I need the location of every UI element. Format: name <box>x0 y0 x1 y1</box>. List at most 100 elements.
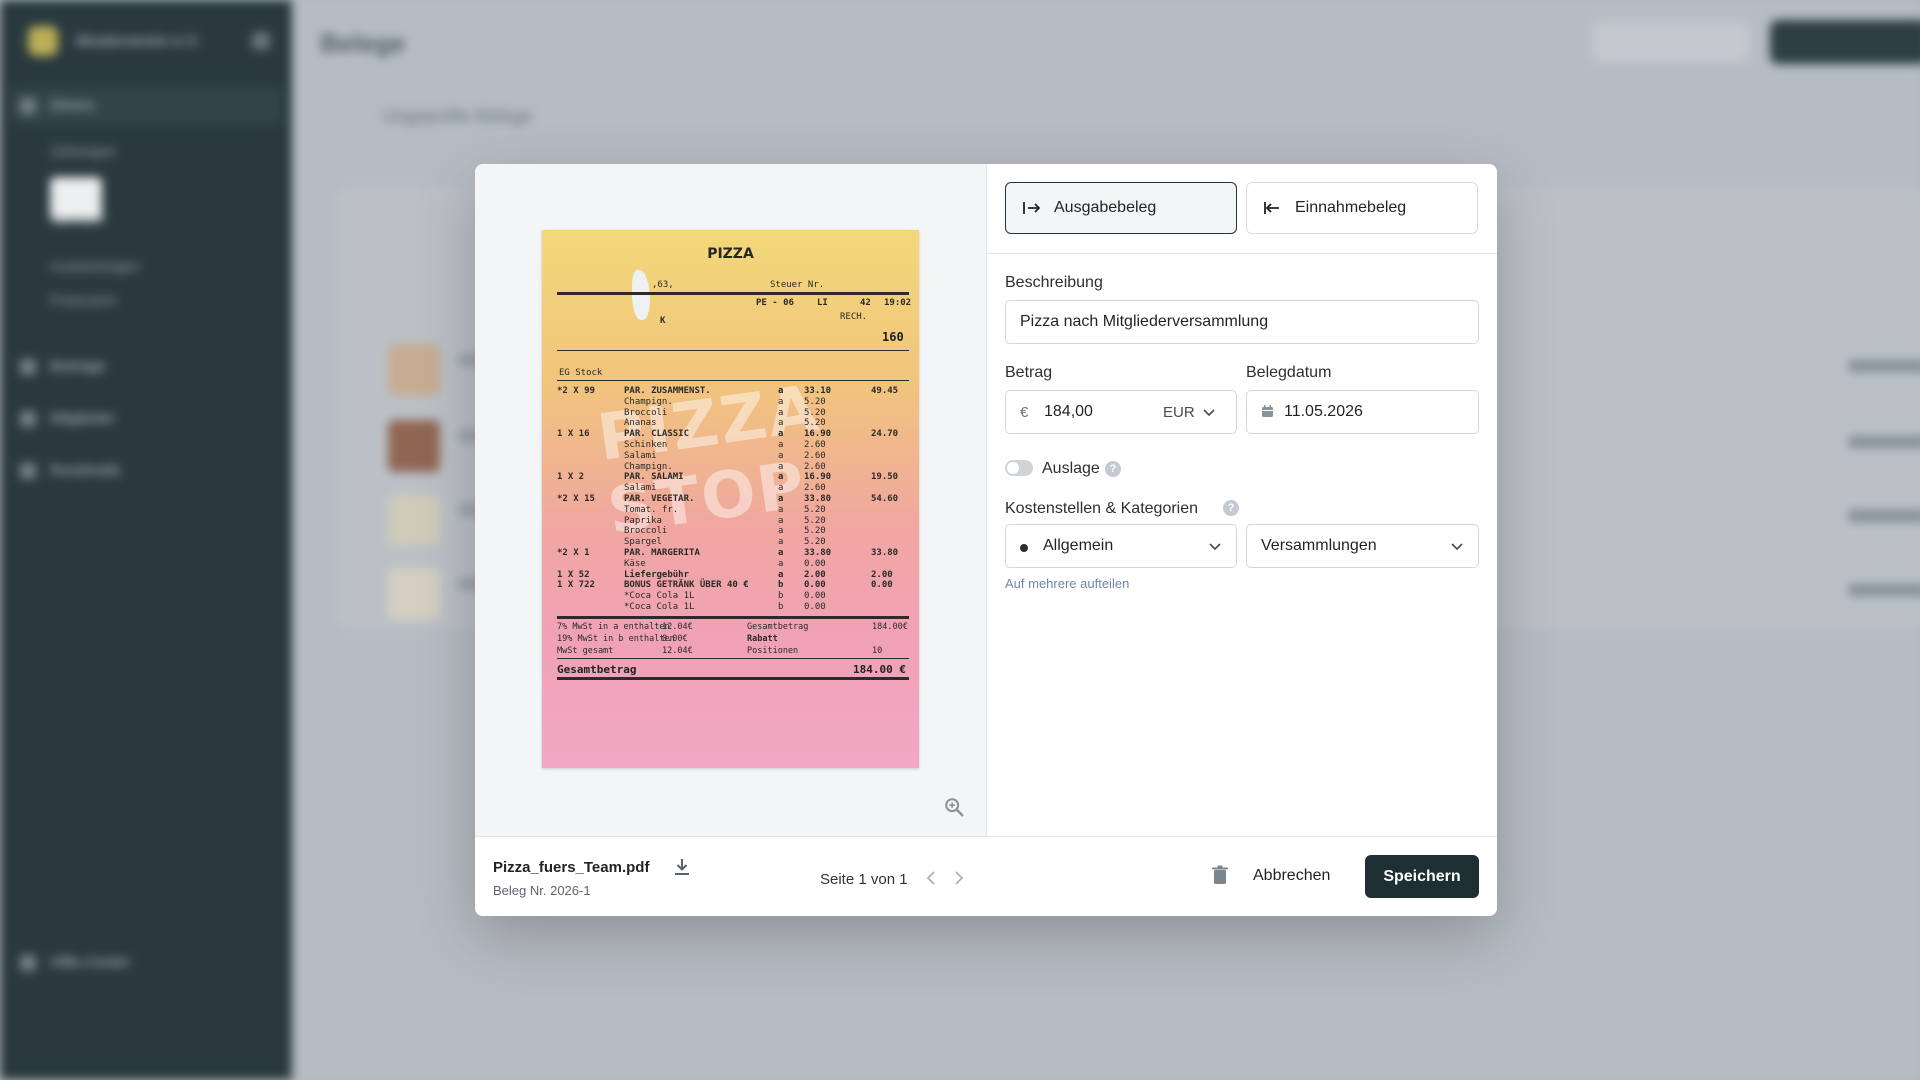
description-input[interactable]: Pizza nach Mitgliederversammlung <box>1005 300 1479 344</box>
download-icon[interactable] <box>673 857 691 877</box>
beleg-modal: PIZZA STOP PIZZA ,63, Steuer Nr. PE - 06… <box>475 164 1497 916</box>
auslage-toggle[interactable] <box>1005 460 1033 476</box>
receipt-item-price: 33.10 <box>804 386 832 396</box>
chevron-down-icon <box>1209 543 1221 551</box>
date-value: 11.05.2026 <box>1284 403 1363 420</box>
receipt-item-tax: a <box>778 429 784 440</box>
receipt-summary-label: Positionen <box>747 646 799 656</box>
receipt-item-total: 33.80 <box>871 548 899 558</box>
income-type-button[interactable]: Einnahmebeleg <box>1246 182 1478 234</box>
beleg-type-toggle: Ausgabebeleg Einnahmebeleg <box>987 164 1497 254</box>
receipt-item-qty: 1 X 2 <box>557 472 585 483</box>
receipt-item-tax: b <box>778 580 784 591</box>
receipt-item-tax: a <box>778 407 784 418</box>
receipt-item-price: 5.20 <box>804 515 826 526</box>
receipt-image: PIZZA STOP PIZZA ,63, Steuer Nr. PE - 06… <box>542 230 919 768</box>
receipt-item-price: 5.20 <box>804 504 826 515</box>
chevron-down-icon <box>1203 409 1215 417</box>
trash-icon[interactable] <box>1211 865 1229 885</box>
receipt-item-price: 5.20 <box>804 396 826 407</box>
receipt-item-name: Salami <box>624 483 657 494</box>
receipt-item-price: 2.60 <box>804 440 826 450</box>
auslage-label: Auslage <box>1042 460 1100 477</box>
modal-footer: Abbrechen Speichern <box>987 836 1497 916</box>
receipt-item-name: PAR. ZUSAMMENST. <box>624 386 711 396</box>
cost-center-color-dot <box>1020 544 1028 552</box>
receipt-item-price: 5.20 <box>804 537 826 548</box>
arrow-right-to-bar-icon <box>1023 202 1041 214</box>
expense-type-button[interactable]: Ausgabebeleg <box>1005 182 1237 234</box>
receipt-item-tax: a <box>778 396 784 407</box>
categories-help-icon[interactable]: ? <box>1223 500 1239 516</box>
calendar-icon <box>1262 405 1273 417</box>
receipt-item-qty: 1 X 16 <box>557 429 590 440</box>
receipt-item-tax: a <box>778 386 784 396</box>
cancel-button[interactable]: Abbrechen <box>1249 859 1334 893</box>
date-label: Belegdatum <box>1246 364 1332 381</box>
receipt-item-tax: a <box>778 440 784 450</box>
description-label: Beschreibung <box>1005 274 1103 291</box>
receipt-item-qty: 1 X 722 <box>557 580 595 591</box>
currency-select[interactable]: EUR <box>1163 404 1195 421</box>
beleg-number: Beleg Nr. 2026-1 <box>493 883 591 898</box>
file-name: Pizza_fuers_Team.pdf <box>493 859 650 876</box>
amount-input[interactable]: € 184,00 EUR <box>1005 390 1237 434</box>
receipt-item-price: 2.00 <box>804 569 826 580</box>
save-button[interactable]: Speichern <box>1365 855 1479 898</box>
chevron-left-icon[interactable] <box>923 868 939 888</box>
chevron-right-icon[interactable] <box>951 868 967 888</box>
receipt-tear <box>632 270 650 320</box>
receipt-item-name: Ananas <box>624 418 657 429</box>
receipt-item-price: 2.60 <box>804 483 826 494</box>
receipt-item-price: 0.00 <box>804 558 826 569</box>
receipt-item-price: 5.20 <box>804 407 826 418</box>
receipt-item-tax: a <box>778 526 784 537</box>
categories-label: Kostenstellen & Kategorien <box>1005 500 1199 517</box>
receipt-item-tax: a <box>778 515 784 526</box>
receipt-summary-value: 10 <box>872 646 883 656</box>
split-categories-link[interactable]: Auf mehrere aufteilen <box>1005 576 1129 591</box>
receipt-item-tax: a <box>778 472 784 483</box>
receipt-item-tax: a <box>778 504 784 515</box>
page-indicator: Seite 1 von 1 <box>820 871 908 888</box>
receipt-item-price: 2.60 <box>804 450 826 461</box>
auslage-help-icon[interactable]: ? <box>1105 461 1121 477</box>
receipt-item-price: 5.20 <box>804 418 826 429</box>
receipt-item-name: BONUS GETRÄNK ÜBER 40 € <box>624 580 749 591</box>
receipt-summary-mid: 12.04€ <box>662 622 693 632</box>
receipt-item-name: Champign. <box>624 396 673 407</box>
receipt-item-name: Tomat. fr. <box>624 504 679 515</box>
receipt-item-price: 0.00 <box>804 602 826 612</box>
receipt-item-qty: *2 X 15 <box>557 494 595 504</box>
receipt-item-total: 49.45 <box>871 386 899 396</box>
receipt-item-price: 16.90 <box>804 472 832 483</box>
receipt-item-price: 0.00 <box>804 580 826 591</box>
chevron-down-icon <box>1451 543 1463 551</box>
receipt-summary-left: 19% MwSt in b enthalten <box>557 634 675 644</box>
receipt-summary-label: Gesamtbetrag <box>747 622 809 632</box>
cost-center-select[interactable]: Allgemein <box>1005 524 1237 568</box>
receipt-item-name: Champign. <box>624 461 673 472</box>
receipt-summary-left: 7% MwSt in a enthalten <box>557 622 670 632</box>
receipt-summary-value: 184.00€ <box>872 622 908 632</box>
receipt-item-name: *Coca Cola 1L <box>624 591 695 602</box>
receipt-item-name: Käse <box>624 558 646 569</box>
date-input[interactable]: 11.05.2026 <box>1246 390 1479 434</box>
amount-label: Betrag <box>1005 364 1053 381</box>
zoom-in-icon[interactable] <box>943 796 965 818</box>
receipt-summary-left: MwSt gesamt <box>557 646 614 656</box>
receipt-item-tax: b <box>778 591 784 602</box>
receipt-summary-mid: 12.04€ <box>662 646 693 656</box>
receipt-summary-label: Rabatt <box>747 634 778 644</box>
receipt-item-price: 2.60 <box>804 461 826 472</box>
receipt-item-name: PAR. CLASSIC <box>624 429 690 440</box>
document-preview: PIZZA STOP PIZZA ,63, Steuer Nr. PE - 06… <box>475 164 987 916</box>
receipt-item-price: 33.80 <box>804 494 832 504</box>
receipt-item-tax: a <box>778 461 784 472</box>
receipt-item-name: PAR. VEGETAR. <box>624 494 695 504</box>
preview-area: PIZZA STOP PIZZA ,63, Steuer Nr. PE - 06… <box>475 164 987 836</box>
receipt-item-tax: a <box>778 558 784 569</box>
category-select[interactable]: Versammlungen <box>1246 524 1479 568</box>
receipt-summary-mid: 0.00€ <box>662 634 688 644</box>
receipt-item-name: Paprika <box>624 515 662 526</box>
